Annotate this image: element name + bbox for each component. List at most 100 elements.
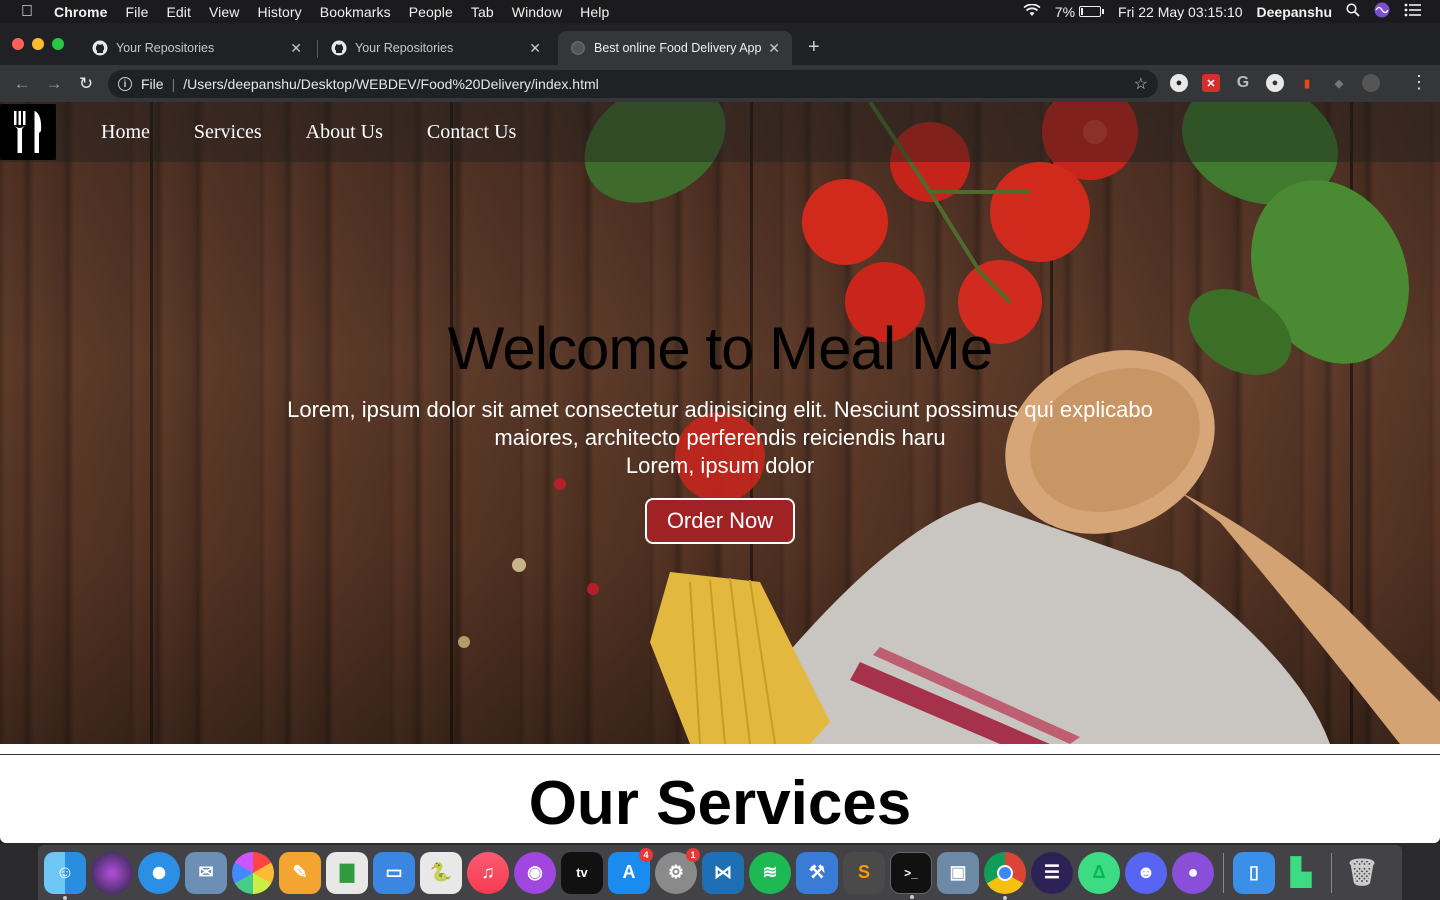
- battery-fill: [1081, 8, 1084, 15]
- tab-repositories-1[interactable]: Your Repositories ✕: [80, 31, 314, 65]
- minimize-window-button[interactable]: [32, 38, 44, 50]
- github-icon: [331, 40, 347, 56]
- discord-icon[interactable]: ☻: [1125, 851, 1167, 894]
- close-x-extension-icon[interactable]: ✕: [1202, 74, 1220, 92]
- python-launcher-icon[interactable]: 🐍: [420, 851, 462, 894]
- spotlight-search-icon[interactable]: [1346, 3, 1360, 20]
- wifi-icon[interactable]: [1023, 3, 1041, 20]
- menu-file[interactable]: File: [126, 4, 149, 20]
- menu-history[interactable]: History: [258, 4, 302, 20]
- eclipse-icon[interactable]: ☰: [1031, 851, 1073, 894]
- menu-bookmarks[interactable]: Bookmarks: [320, 4, 391, 20]
- hero-content: Welcome to Meal Me Lorem, ipsum dolor si…: [0, 314, 1440, 544]
- numbers-icon[interactable]: ▇: [326, 851, 368, 894]
- more-menu-icon[interactable]: ⋮: [1410, 72, 1428, 93]
- trash-icon[interactable]: 🗑: [1341, 852, 1383, 894]
- keynote-icon[interactable]: ▭: [373, 851, 415, 894]
- apple-tv-label: tv: [576, 865, 588, 880]
- chrome-icon[interactable]: [984, 851, 1026, 900]
- image-capture-icon[interactable]: ▣: [937, 851, 979, 894]
- safari-icon[interactable]: [138, 851, 180, 894]
- hero-description-line-1: Lorem, ipsum dolor sit amet consectetur …: [287, 397, 1153, 422]
- dock-separator: [1223, 852, 1224, 893]
- round-extension-icon[interactable]: ●: [1266, 74, 1284, 92]
- apple-menu-icon[interactable]: : [0, 3, 54, 21]
- app-store-icon[interactable]: A4: [608, 847, 653, 894]
- hero-description: Lorem, ipsum dolor sit amet consectetur …: [0, 396, 1440, 480]
- order-now-button[interactable]: Order Now: [644, 498, 796, 544]
- window-controls: [12, 38, 64, 50]
- notification-center-icon[interactable]: [1404, 3, 1422, 20]
- chrome-window: Your Repositories ✕ Your Repositories ✕ …: [0, 23, 1440, 843]
- sublime-text-icon[interactable]: S: [843, 851, 885, 894]
- dock-separator: [1331, 852, 1332, 893]
- finder-icon[interactable]: ☺: [44, 851, 86, 900]
- apple-tv-icon[interactable]: tv: [561, 851, 603, 894]
- new-tab-icon[interactable]: +: [808, 36, 820, 59]
- forward-arrow-icon[interactable]: →: [38, 74, 70, 94]
- android-studio-icon[interactable]: Δ: [1078, 851, 1120, 894]
- nav-link-home[interactable]: Home: [101, 121, 150, 144]
- nav-link-services[interactable]: Services: [194, 121, 262, 144]
- android-robot-icon[interactable]: ▙: [1280, 852, 1322, 894]
- tab-repositories-2[interactable]: Your Repositories ✕: [319, 31, 553, 65]
- hero-description-line-2: maiores, architecto perferendis reiciend…: [494, 425, 946, 450]
- profile-avatar[interactable]: [1362, 74, 1380, 92]
- vscode-icon[interactable]: ⋈: [702, 851, 744, 894]
- menu-app-name[interactable]: Chrome: [54, 4, 108, 20]
- url-text[interactable]: /Users/deepanshu/Desktop/WEBDEV/Food%20D…: [183, 76, 599, 92]
- globe-icon: [570, 40, 586, 56]
- terminal-icon[interactable]: >_: [890, 851, 932, 899]
- bookmark-extension-icon[interactable]: ▮: [1298, 74, 1316, 92]
- music-icon[interactable]: ♫: [467, 851, 509, 894]
- tab-close-icon[interactable]: ✕: [768, 40, 780, 57]
- menu-people[interactable]: People: [409, 4, 453, 20]
- menu-window[interactable]: Window: [512, 4, 562, 20]
- bookmark-star-icon[interactable]: ☆: [1134, 74, 1148, 94]
- menu-help[interactable]: Help: [580, 4, 609, 20]
- battery-indicator[interactable]: 7%: [1055, 4, 1105, 20]
- user-name[interactable]: Deepanshu: [1257, 4, 1332, 20]
- pages-icon[interactable]: ✎: [279, 851, 321, 894]
- photos-icon[interactable]: [232, 851, 274, 894]
- tab-title: Your Repositories: [116, 41, 215, 55]
- fork-knife-logo-icon[interactable]: [0, 104, 56, 160]
- services-heading: Our Services: [528, 769, 912, 838]
- address-bar[interactable]: i File | /Users/deepanshu/Desktop/WEBDEV…: [108, 70, 1158, 98]
- zoom-window-button[interactable]: [52, 38, 64, 50]
- podcasts-icon[interactable]: ◉: [514, 851, 556, 894]
- info-icon[interactable]: i: [118, 77, 132, 91]
- nav-link-about[interactable]: About Us: [306, 121, 383, 144]
- layers-extension-icon[interactable]: ◆: [1330, 74, 1348, 92]
- xcode-icon[interactable]: ⚒: [796, 851, 838, 894]
- close-window-button[interactable]: [12, 38, 24, 50]
- menu-edit[interactable]: Edit: [166, 4, 191, 20]
- back-arrow-icon[interactable]: ←: [6, 74, 38, 94]
- siri-dock-icon[interactable]: [91, 851, 133, 894]
- tab-close-icon[interactable]: ✕: [290, 40, 302, 57]
- battery-icon: [1079, 6, 1102, 17]
- tab-strip: Your Repositories ✕ Your Repositories ✕ …: [0, 23, 1440, 65]
- site-navbar: Home Services About Us Contact Us: [0, 102, 1440, 162]
- grammarly-extension-icon[interactable]: G: [1234, 74, 1252, 92]
- github-desktop-icon[interactable]: ●: [1172, 851, 1214, 894]
- clock[interactable]: Fri 22 May 03:15:10: [1118, 4, 1243, 20]
- menu-view[interactable]: View: [209, 4, 240, 20]
- system-preferences-icon[interactable]: ⚙ 1: [655, 847, 700, 894]
- tab-close-icon[interactable]: ✕: [529, 40, 541, 57]
- tab-separator: [317, 40, 318, 58]
- macos-dock: ☺ ✉ ✎ ▇ ▭ 🐍 ♫ ◉ tv A4 ⚙ 1 ⋈ ≋ ⚒ S >_ ▣ ☰ …: [38, 845, 1402, 900]
- tab-title: Best online Food Delivery App: [594, 41, 762, 55]
- github-extension-icon[interactable]: ●: [1170, 74, 1188, 92]
- hero-section: Home Services About Us Contact Us Welcom…: [0, 102, 1440, 744]
- running-indicator: [1003, 895, 1007, 900]
- reload-icon[interactable]: ↻: [70, 74, 102, 94]
- running-indicator: [63, 895, 67, 900]
- preview-icon[interactable]: ✉: [185, 851, 227, 894]
- simulator-icon[interactable]: ▯: [1233, 851, 1275, 894]
- menu-tab[interactable]: Tab: [471, 4, 494, 20]
- siri-icon[interactable]: [1374, 2, 1390, 21]
- tab-food-delivery[interactable]: Best online Food Delivery App ✕: [558, 31, 792, 65]
- spotify-icon[interactable]: ≋: [749, 851, 791, 894]
- nav-link-contact[interactable]: Contact Us: [427, 121, 516, 144]
